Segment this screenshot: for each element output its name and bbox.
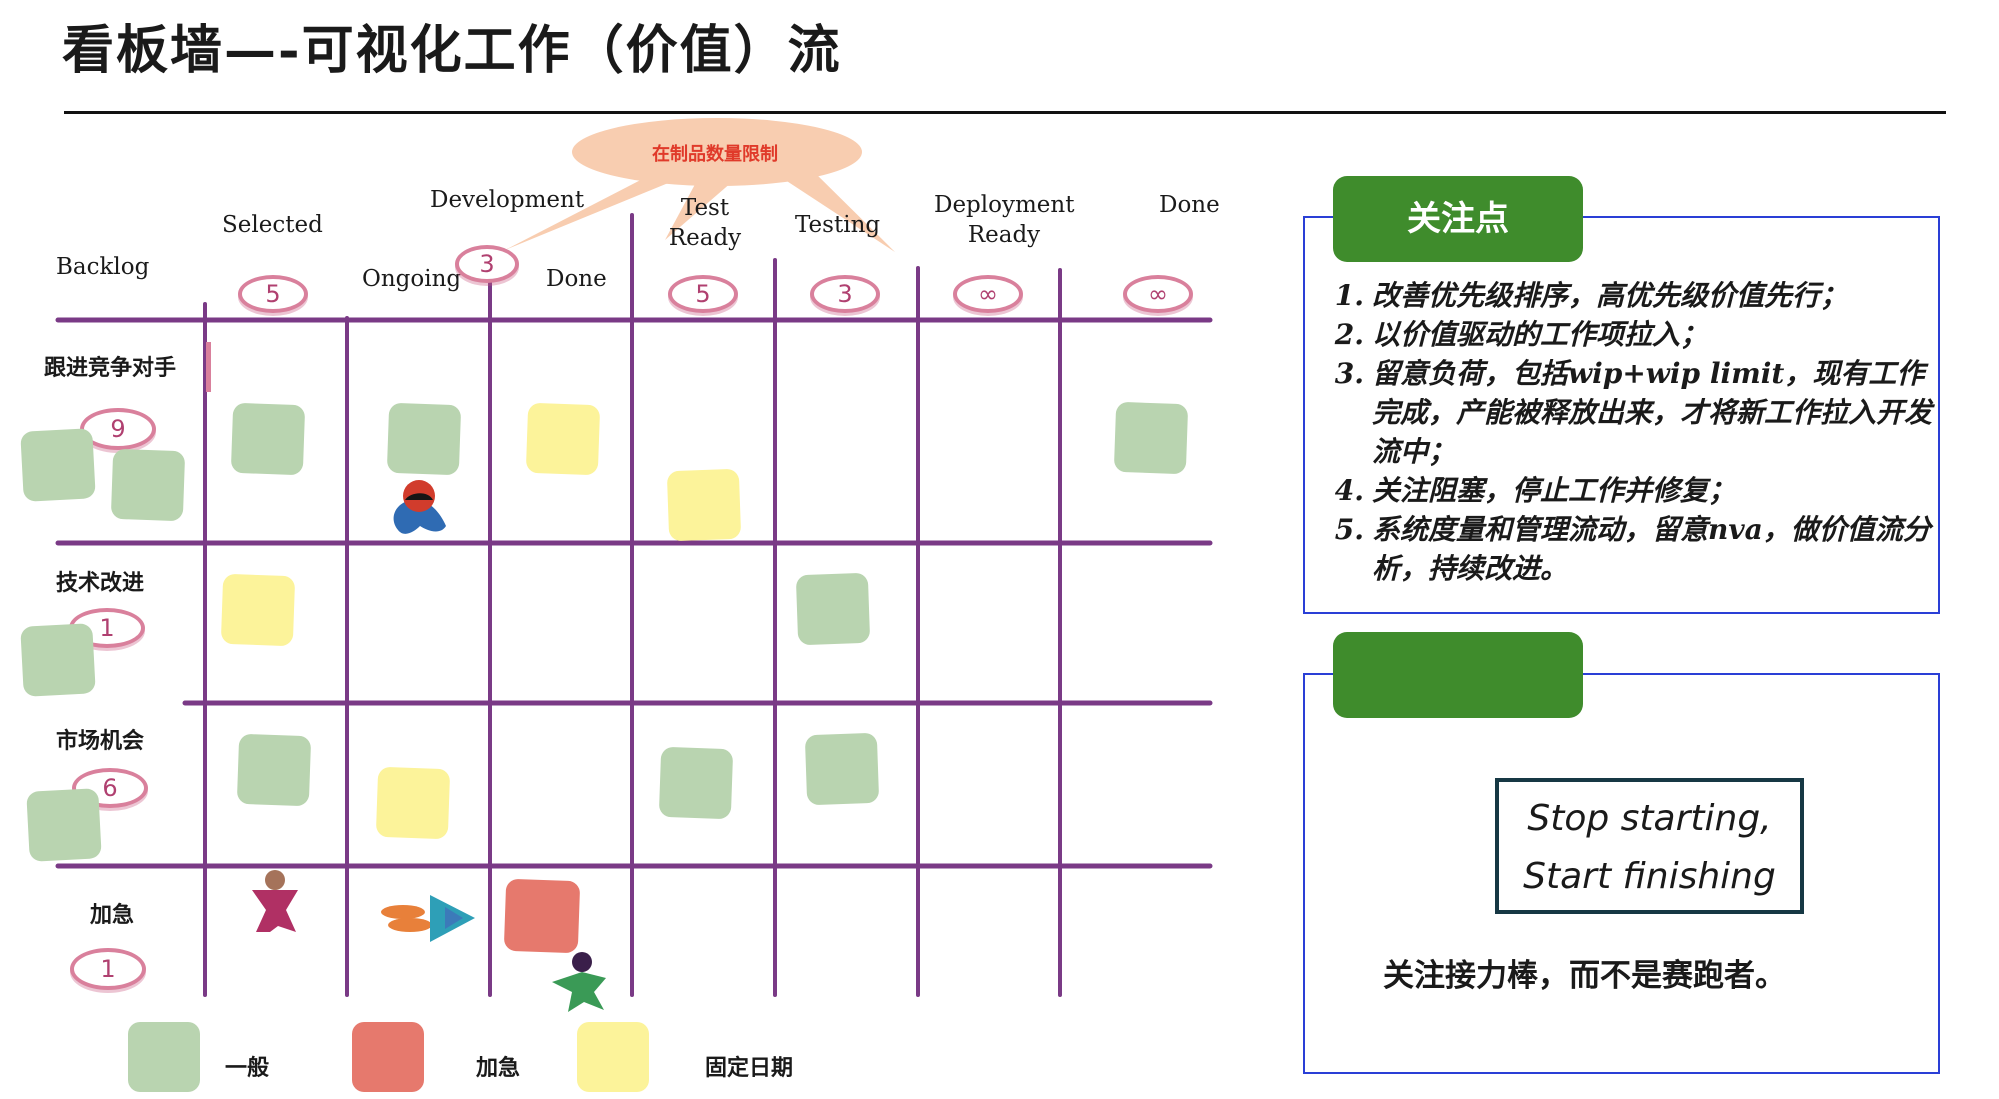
work-card[interactable]	[658, 746, 734, 820]
work-card[interactable]	[236, 733, 312, 807]
column-header-done: Done	[1159, 192, 1220, 218]
work-card[interactable]	[804, 732, 880, 806]
relay-caption: 关注接力棒，而不是赛跑者。	[1383, 958, 1786, 994]
column-header-ongoing: Ongoing	[362, 266, 462, 292]
row-limit-expedite: 1	[70, 948, 146, 990]
row-label-competitor: 跟进竞争对手	[44, 355, 177, 381]
focus-item: 3. 留意负荷，包括wip+wip limit，现有工作完成，产能被释放出来，才将…	[1334, 357, 1933, 468]
focus-item: 5. 系统度量和管理流动，留意nva，做价值流分析，持续改进。	[1334, 513, 1931, 585]
column-header-deployment-ready: Deployment Ready	[934, 192, 1075, 248]
work-card[interactable]	[20, 428, 96, 502]
column-header-backlog: Backlog	[56, 254, 150, 280]
wip-limit-test-ready: 5	[668, 275, 738, 313]
motto-line-1: Stop starting,	[1527, 798, 1772, 839]
wip-limit-done: ∞	[1123, 275, 1193, 313]
work-card[interactable]	[795, 572, 871, 646]
legend-swatch-general	[128, 1022, 200, 1092]
relay-tab	[1333, 632, 1583, 718]
row-label-expedite: 加急	[90, 902, 135, 928]
row-marker	[206, 342, 211, 392]
column-header-selected: Selected	[222, 212, 323, 238]
work-card[interactable]	[230, 402, 306, 476]
focus-points-list: 1. 改善优先级排序，高优先级价值先行； 2. 以价值驱动的工作项拉入； 3. 留意负…	[1318, 276, 1938, 588]
focus-item: 1. 改善优先级排序，高优先级价值先行；	[1334, 279, 1849, 312]
work-card[interactable]	[1113, 401, 1189, 475]
legend-label-fixed-date: 固定日期	[705, 1055, 794, 1081]
work-card[interactable]	[20, 623, 96, 697]
work-card[interactable]	[375, 766, 451, 840]
legend-label-urgent: 加急	[476, 1055, 521, 1081]
work-card[interactable]	[386, 402, 462, 476]
motto-box: Stop starting, Start finishing	[1495, 778, 1804, 914]
column-header-test-ready: Test Ready	[668, 195, 742, 251]
work-card[interactable]	[220, 573, 296, 647]
row-label-tech-improvement: 技术改进	[56, 570, 145, 596]
runner-icon-blue	[393, 480, 446, 534]
focus-item: 2. 以价值驱动的工作项拉入；	[1334, 318, 1709, 351]
column-header-dev-done: Done	[546, 266, 607, 292]
work-card[interactable]	[503, 878, 581, 954]
row-label-market-opportunity: 市场机会	[56, 728, 145, 754]
legend-label-general: 一般	[225, 1055, 270, 1081]
column-header-development: Development	[430, 187, 585, 213]
wip-limit-testing: 3	[810, 275, 880, 313]
work-card[interactable]	[110, 448, 186, 522]
runner-icon-green	[552, 952, 606, 1012]
work-card[interactable]	[525, 402, 601, 476]
focus-points-tab: 关注点	[1333, 176, 1583, 262]
play-icon-teal	[430, 895, 475, 942]
wip-limit-deployment-ready: ∞	[953, 275, 1023, 313]
callout-text: 在制品数量限制	[652, 144, 778, 165]
runner-icon-magenta	[252, 870, 298, 932]
fish-icon-orange	[381, 905, 432, 932]
work-card[interactable]	[26, 788, 102, 862]
legend-swatch-fixed-date	[577, 1022, 649, 1092]
wip-limit-development: 3	[455, 245, 519, 283]
column-header-testing: Testing	[795, 212, 881, 238]
focus-item: 4. 关注阻塞，停止工作并修复；	[1334, 474, 1737, 507]
legend-swatch-urgent	[352, 1022, 424, 1092]
work-card[interactable]	[666, 468, 742, 542]
wip-limit-selected: 5	[238, 275, 308, 313]
motto-line-2: Start finishing	[1523, 856, 1776, 897]
